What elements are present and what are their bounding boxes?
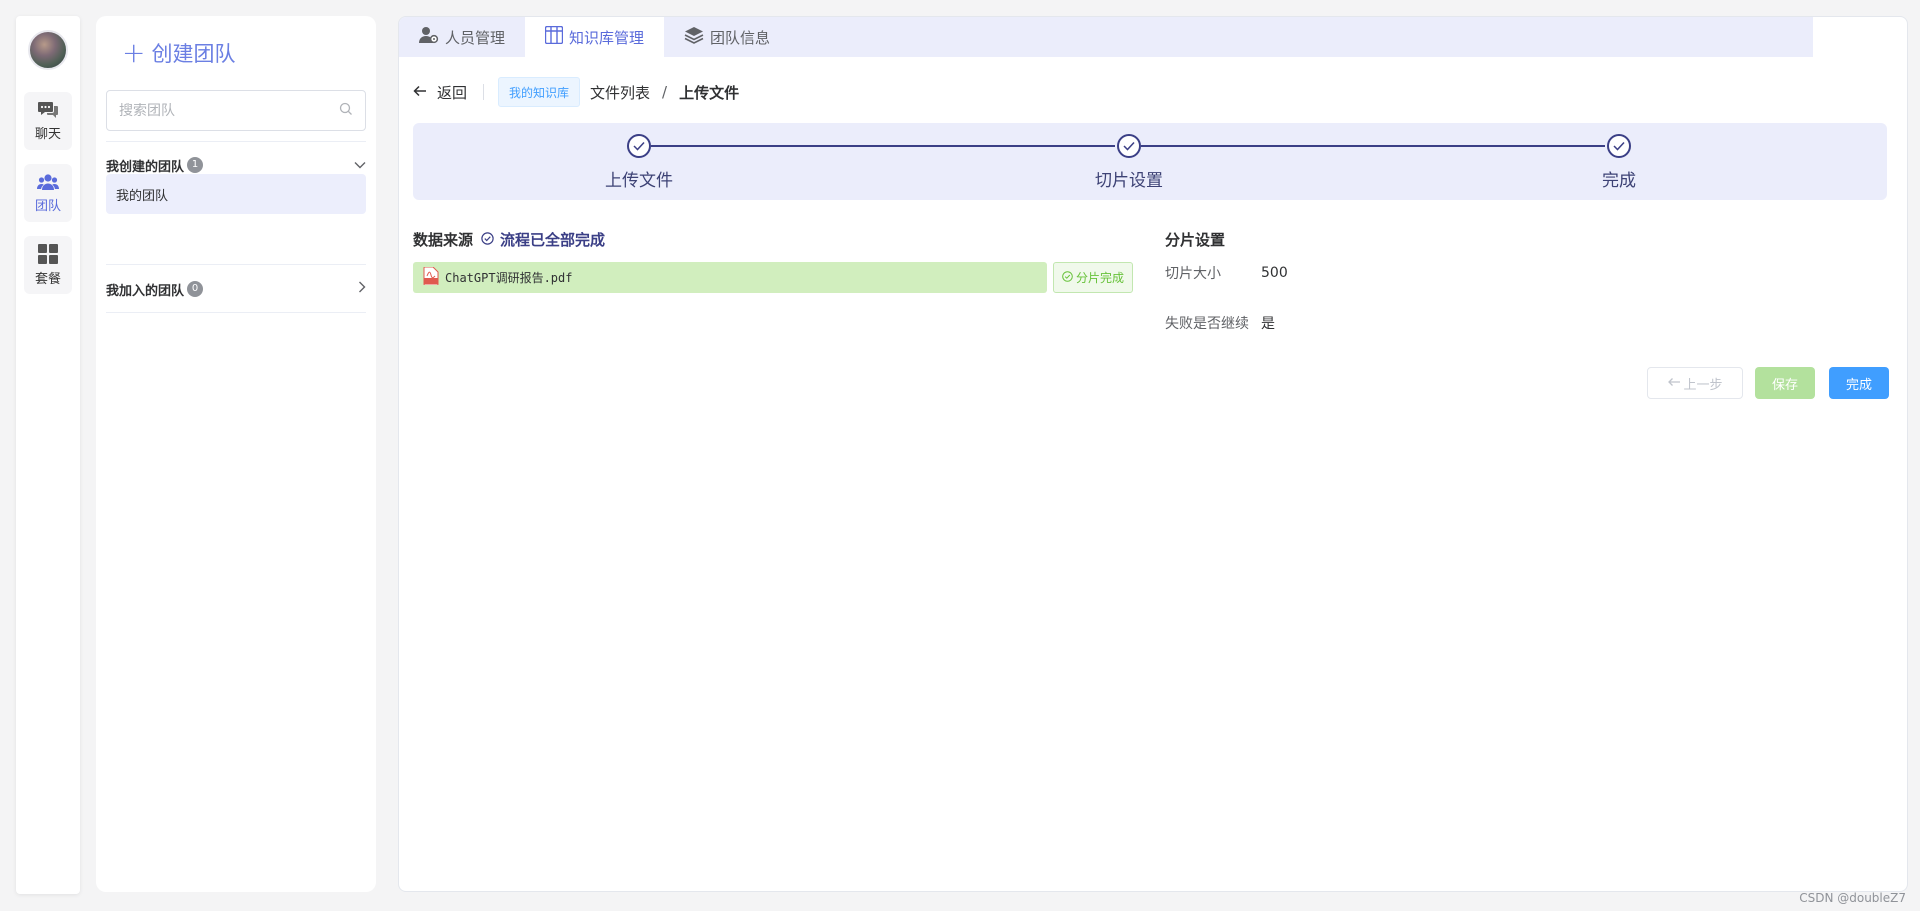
check-circle-icon bbox=[1062, 270, 1073, 285]
team-search bbox=[106, 90, 366, 131]
arrow-left-icon bbox=[1667, 376, 1681, 391]
group-label: 我加入的团队 bbox=[106, 283, 185, 299]
nav-item-chat[interactable]: 聊天 bbox=[24, 92, 72, 150]
step-check-icon bbox=[1117, 134, 1141, 158]
search-input[interactable] bbox=[119, 102, 339, 119]
chevron-right-icon bbox=[358, 281, 366, 297]
tab-team-info[interactable]: 团队信息 bbox=[664, 17, 790, 57]
team-item[interactable]: 我的团队 bbox=[106, 174, 366, 214]
step-check-icon bbox=[1607, 134, 1631, 158]
tab-label: 人员管理 bbox=[445, 28, 506, 47]
setting-key: 切片大小 bbox=[1165, 266, 1221, 282]
back-button[interactable]: 返回 bbox=[413, 82, 467, 103]
group-label: 我创建的团队 bbox=[106, 159, 185, 175]
create-team-button[interactable]: + 创建团队 bbox=[122, 38, 235, 68]
nav-rail: 聊天 团队 套餐 bbox=[16, 16, 80, 894]
layers-icon bbox=[684, 26, 704, 48]
main-panel: 人员管理 知识库管理 团队信息 返回 我的知识库 文件列表 / 上传文件 上传文… bbox=[398, 16, 1908, 892]
grid-icon bbox=[38, 243, 58, 264]
create-team-label: 创建团队 bbox=[151, 42, 236, 66]
step-check-icon bbox=[627, 134, 651, 158]
nav-item-team[interactable]: 团队 bbox=[24, 164, 72, 222]
step-connector bbox=[651, 145, 1115, 147]
divider bbox=[483, 84, 485, 100]
count-badge: 1 bbox=[187, 157, 204, 173]
step-label: 完成 bbox=[1602, 171, 1636, 191]
prev-step-label: 上一步 bbox=[1683, 377, 1723, 393]
breadcrumb-current: 上传文件 bbox=[679, 83, 740, 102]
divider bbox=[106, 264, 366, 265]
setting-value: 是 bbox=[1261, 316, 1275, 332]
chevron-down-icon bbox=[354, 158, 366, 173]
setting-key: 失败是否继续 bbox=[1165, 316, 1249, 332]
step-connector bbox=[1141, 145, 1605, 147]
tab-label: 知识库管理 bbox=[569, 28, 645, 47]
finish-button[interactable]: 完成 bbox=[1829, 367, 1889, 399]
breadcrumb-separator: / bbox=[662, 83, 668, 101]
steps: 上传文件 切片设置 完成 bbox=[413, 123, 1887, 200]
prev-step-button[interactable]: 上一步 bbox=[1647, 367, 1743, 399]
count-badge: 0 bbox=[187, 281, 204, 297]
step-label: 上传文件 bbox=[605, 171, 673, 191]
plus-icon: + bbox=[122, 36, 146, 69]
user-settings-icon bbox=[419, 26, 439, 48]
tab-bar: 人员管理 知识库管理 团队信息 bbox=[399, 17, 1813, 57]
file-name: ChatGPT调研报告.pdf bbox=[445, 271, 573, 285]
step-label: 切片设置 bbox=[1095, 171, 1163, 191]
team-panel: + 创建团队 我创建的团队 1 我的团队 我加入的团队 0 bbox=[96, 16, 376, 892]
pdf-icon bbox=[423, 266, 439, 289]
breadcrumb-bar: 返回 我的知识库 文件列表 / 上传文件 bbox=[413, 77, 739, 107]
nav-item-label: 套餐 bbox=[34, 271, 61, 287]
team-icon bbox=[37, 173, 59, 191]
status-badge-label: 分片完成 bbox=[1075, 271, 1124, 285]
knowledge-base-tag[interactable]: 我的知识库 bbox=[498, 77, 581, 107]
nav-item-package[interactable]: 套餐 bbox=[24, 236, 72, 294]
back-label: 返回 bbox=[437, 83, 468, 102]
slice-settings-title: 分片设置 bbox=[1165, 231, 1226, 249]
search-icon[interactable] bbox=[339, 101, 353, 120]
breadcrumb-file-list[interactable]: 文件列表 bbox=[590, 82, 650, 103]
setting-row: 失败是否继续 是 bbox=[1165, 313, 1275, 333]
status-badge: 分片完成 bbox=[1053, 262, 1133, 293]
arrow-left-icon bbox=[413, 83, 427, 101]
setting-row: 切片大小 500 bbox=[1165, 263, 1288, 283]
data-source-title: 数据来源 bbox=[413, 231, 474, 249]
process-status-text: 流程已全部完成 bbox=[500, 231, 606, 249]
check-circle-icon bbox=[481, 231, 494, 249]
library-icon bbox=[544, 25, 564, 48]
nav-item-label: 团队 bbox=[34, 198, 61, 214]
nav-item-label: 聊天 bbox=[34, 126, 61, 142]
process-status: 流程已全部完成 bbox=[481, 229, 605, 250]
avatar[interactable] bbox=[28, 30, 68, 70]
data-source-header: 数据来源 流程已全部完成 bbox=[413, 229, 605, 250]
tab-knowledge-base[interactable]: 知识库管理 bbox=[525, 17, 665, 57]
divider bbox=[106, 141, 366, 142]
tab-label: 团队信息 bbox=[710, 28, 771, 47]
chat-icon bbox=[37, 101, 59, 119]
joined-teams-header[interactable]: 我加入的团队 0 bbox=[106, 277, 366, 301]
setting-value: 500 bbox=[1261, 265, 1288, 281]
save-button[interactable]: 保存 bbox=[1755, 367, 1815, 399]
file-row[interactable]: ChatGPT调研报告.pdf bbox=[413, 262, 1047, 293]
divider bbox=[106, 312, 366, 313]
tab-members[interactable]: 人员管理 bbox=[399, 17, 525, 57]
watermark: CSDN @doubleZ7 bbox=[1799, 891, 1906, 905]
